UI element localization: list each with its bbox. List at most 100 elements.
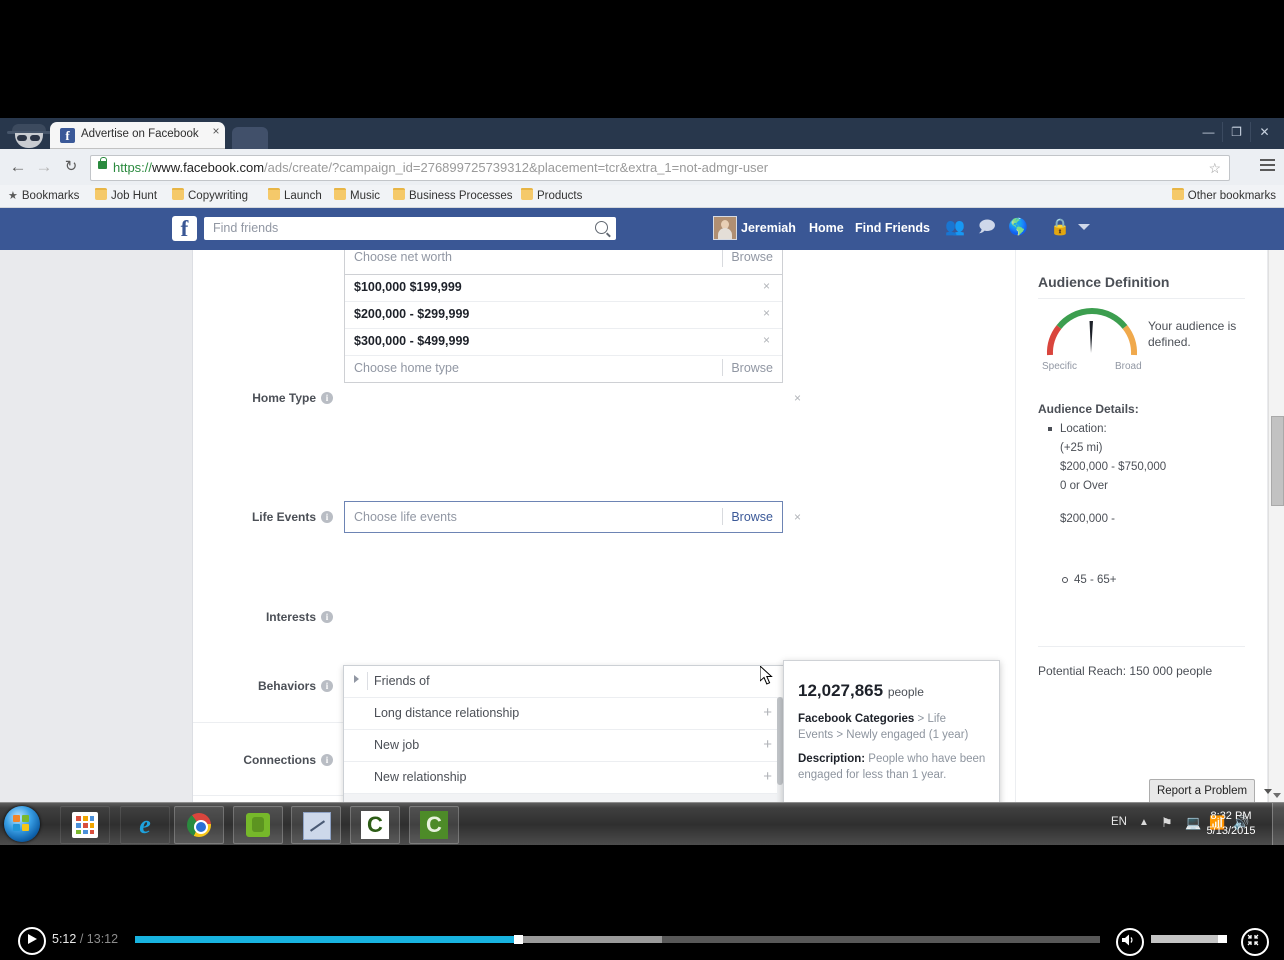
taskbar-evernote[interactable] (233, 806, 283, 844)
bookmark-folder-business-processes[interactable]: Business Processes (393, 188, 513, 204)
show-hidden-icons-icon[interactable]: ▲ (1139, 815, 1149, 831)
bookmark-folder-products[interactable]: Products (521, 188, 582, 204)
dropdown-item-new-job[interactable]: New job + (344, 730, 784, 762)
show-desktop-button[interactable] (1272, 803, 1284, 845)
scroll-down-arrow-icon[interactable] (1273, 793, 1281, 798)
token-remove-icon[interactable]: × (763, 279, 770, 293)
nav-home[interactable]: Home (809, 220, 844, 237)
token-remove-icon[interactable]: × (763, 333, 770, 347)
volume-slider[interactable] (1151, 935, 1227, 943)
taskbar-camtasia-1[interactable]: C (350, 806, 400, 844)
bookmark-star-icon[interactable]: ☆ (1208, 160, 1221, 176)
home-type-input[interactable]: Choose home type Browse (345, 353, 782, 381)
net-worth-field[interactable]: Choose net worth Browse (344, 250, 783, 275)
divider (722, 508, 723, 525)
video-progress-bar[interactable] (135, 935, 1100, 944)
potential-reach: Potential Reach: 150 000 people (1038, 664, 1213, 678)
home-type-browse-button[interactable]: Browse (731, 361, 773, 375)
token-remove-icon[interactable]: × (763, 306, 770, 320)
info-icon[interactable]: i (321, 511, 333, 523)
friend-requests-icon[interactable]: 👥 (945, 218, 965, 238)
window-minimize-button[interactable]: — (1195, 122, 1222, 142)
nav-user-name[interactable]: Jeremiah (741, 220, 796, 237)
page-scrollbar[interactable] (1268, 250, 1284, 802)
exit-fullscreen-button[interactable] (1241, 928, 1269, 956)
new-tab-button[interactable] (232, 127, 268, 149)
play-button[interactable] (18, 927, 46, 955)
facebook-logo-icon[interactable]: f (172, 216, 197, 241)
notifications-globe-icon[interactable]: 🌎 (1008, 218, 1028, 238)
chrome-menu-icon[interactable] (1260, 159, 1275, 171)
search-placeholder: Find friends (213, 221, 279, 235)
window-close-button[interactable]: ✕ (1251, 122, 1278, 142)
dropdown-item-newly-engaged-1-year[interactable]: Newly engaged (1 year) + (344, 794, 784, 802)
net-worth-browse-button[interactable]: Browse (731, 250, 773, 264)
dropdown-item-friends-of[interactable]: Friends of (344, 666, 784, 698)
browser-window: f Advertise on Facebook × — ❐ ✕ ← → ↻ ht… (0, 118, 1284, 802)
avatar[interactable] (713, 216, 737, 240)
dropdown-item-new-relationship[interactable]: New relationship + (344, 762, 784, 794)
chevron-down-icon[interactable] (1264, 789, 1272, 794)
folder-icon (334, 188, 346, 200)
dropdown-item-long-distance-relationship[interactable]: Long distance relationship + (344, 698, 784, 730)
other-bookmarks-folder[interactable]: Other bookmarks (1171, 188, 1276, 204)
taskbar-snagit[interactable] (291, 806, 341, 844)
info-icon[interactable]: i (321, 754, 333, 766)
bookmark-label: Job Hunt (111, 190, 158, 202)
browser-tab-active[interactable]: f Advertise on Facebook (50, 122, 225, 149)
network-tray-icon[interactable]: 💻 (1185, 815, 1201, 831)
address-bar[interactable]: https://www.facebook.com/ads/create/?cam… (90, 155, 1230, 181)
taskbar-app-launcher[interactable] (60, 806, 110, 844)
page-scrollbar-thumb[interactable] (1271, 416, 1284, 506)
remove-home-type-button[interactable]: × (794, 391, 801, 405)
gauge-label-specific: Specific (1042, 361, 1078, 372)
home-type-field[interactable]: $100,000 $199,999 × $200,000 - $299,999 … (344, 274, 783, 383)
divider (367, 672, 368, 690)
dropdown-item-label: Friends of (374, 674, 430, 688)
token-label: $200,000 - $299,999 (354, 307, 470, 321)
add-icon[interactable]: + (763, 801, 772, 803)
taskbar-google-chrome[interactable] (174, 806, 224, 844)
reload-icon[interactable]: ↻ (60, 156, 82, 178)
tab-close-icon[interactable]: × (210, 125, 222, 138)
bookmark-label: Copywriting (188, 190, 249, 202)
add-icon[interactable]: + (763, 769, 772, 785)
bookmark-label: Business Processes (409, 190, 513, 202)
info-icon[interactable]: i (321, 680, 333, 692)
bookmark-folder-job-hunt[interactable]: Job Hunt (95, 188, 157, 204)
life-events-browse-button[interactable]: Browse (731, 510, 773, 524)
nav-find-friends[interactable]: Find Friends (855, 220, 930, 237)
remove-life-events-button[interactable]: × (794, 510, 801, 524)
bookmark-folder-copywriting[interactable]: Copywriting (172, 188, 248, 204)
add-icon[interactable]: + (763, 705, 772, 721)
privacy-shortcuts-icon[interactable]: 🔒 (1050, 218, 1070, 238)
taskbar-internet-explorer[interactable]: e (120, 806, 170, 844)
start-button[interactable] (4, 806, 40, 842)
taskbar-clock[interactable]: 8:32 PM 5/13/2015 (1200, 809, 1262, 839)
bookmark-folder-music[interactable]: Music (334, 188, 380, 204)
facebook-search-input[interactable]: Find friends (204, 217, 616, 240)
messages-icon[interactable]: 🗩 (978, 218, 996, 238)
language-indicator[interactable]: EN (1111, 816, 1127, 828)
life-events-dropdown: Friends of Long distance relationship + … (343, 665, 785, 802)
life-events-field[interactable]: Choose life events Browse (344, 501, 783, 533)
url-host: www.facebook.com (152, 160, 265, 175)
video-scrubber-handle[interactable] (514, 935, 523, 944)
info-icon[interactable]: i (321, 392, 333, 404)
window-restore-button[interactable]: ❐ (1222, 122, 1251, 142)
back-icon[interactable]: ← (7, 156, 29, 178)
add-icon[interactable]: + (763, 737, 772, 753)
audience-definition-panel: Audience Definition Specific Broad Your … (1015, 250, 1267, 802)
url-scheme: https:// (113, 160, 153, 175)
detail-item: 45 - 65+ (1046, 571, 1261, 590)
volume-handle[interactable] (1218, 935, 1227, 943)
bookmark-folder-launch[interactable]: Launch (268, 188, 322, 204)
volume-button[interactable] (1116, 928, 1144, 956)
account-settings-caret-icon[interactable] (1078, 224, 1090, 230)
bookmark-manager-item[interactable]: ★ Bookmarks (8, 188, 79, 204)
forward-icon[interactable]: → (33, 156, 55, 178)
taskbar-camtasia-2[interactable]: C (409, 806, 459, 844)
report-a-problem-button[interactable]: Report a Problem (1149, 779, 1255, 804)
info-icon[interactable]: i (321, 611, 333, 623)
action-center-flag-icon[interactable]: ⚑ (1161, 815, 1173, 831)
